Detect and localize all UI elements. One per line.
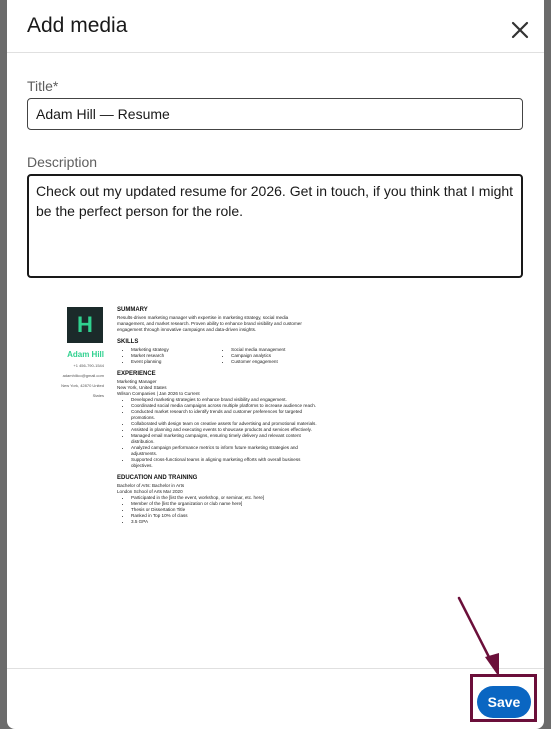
title-input[interactable] [27, 98, 523, 130]
resume-contact-location: New York, 42870 United [61, 383, 104, 388]
resume-contact-country: States [92, 393, 104, 398]
media-preview: H Adam Hill +1 456-790-1544 adamhillco@g… [52, 300, 322, 634]
resume-skills-heading: SKILLS [117, 339, 139, 345]
resume-job-bullet: Managed email marketing campaigns, ensur… [131, 433, 317, 445]
close-button[interactable] [506, 16, 534, 44]
resume-contact-email: adamhillco@gmail.com [62, 373, 104, 378]
resume-logo: H [67, 307, 103, 343]
resume-contact-phone: +1 456-790-1544 [73, 363, 104, 368]
title-label: Title* [27, 78, 59, 94]
footer-divider [7, 668, 544, 669]
resume-skill: Customer engagement [231, 359, 317, 365]
resume-main: SUMMARY Results-driven marketing manager… [117, 307, 317, 531]
resume-name: Adam Hill [67, 350, 104, 359]
resume-skill: Event planning [131, 359, 217, 365]
dialog-header: Add media [7, 0, 544, 53]
description-input[interactable]: Check out my updated resume for 2026. Ge… [27, 174, 523, 278]
resume-education-heading: EDUCATION AND TRAINING [117, 475, 198, 481]
resume-summary-heading: SUMMARY [117, 307, 148, 313]
description-label: Description [27, 154, 98, 170]
resume-edu-bullet: 3.5 GPA [131, 519, 317, 525]
dialog-title: Add media [27, 14, 128, 37]
add-media-dialog: Add media Title* Description Check out m… [7, 0, 544, 729]
save-button[interactable]: Save [477, 686, 531, 718]
resume-job-bullet: Analyzed campaign performance metrics to… [131, 445, 317, 457]
resume-experience-heading: EXPERIENCE [117, 371, 156, 377]
close-icon [511, 21, 529, 39]
resume-job-bullet: Conducted market research to identify tr… [131, 409, 317, 421]
resume-summary-text: Results-driven marketing manager with ex… [117, 315, 302, 332]
resume-job-bullet: Supported cross-functional teams in alig… [131, 457, 317, 469]
resume-skills: Marketing strategy Market research Event… [117, 347, 317, 365]
